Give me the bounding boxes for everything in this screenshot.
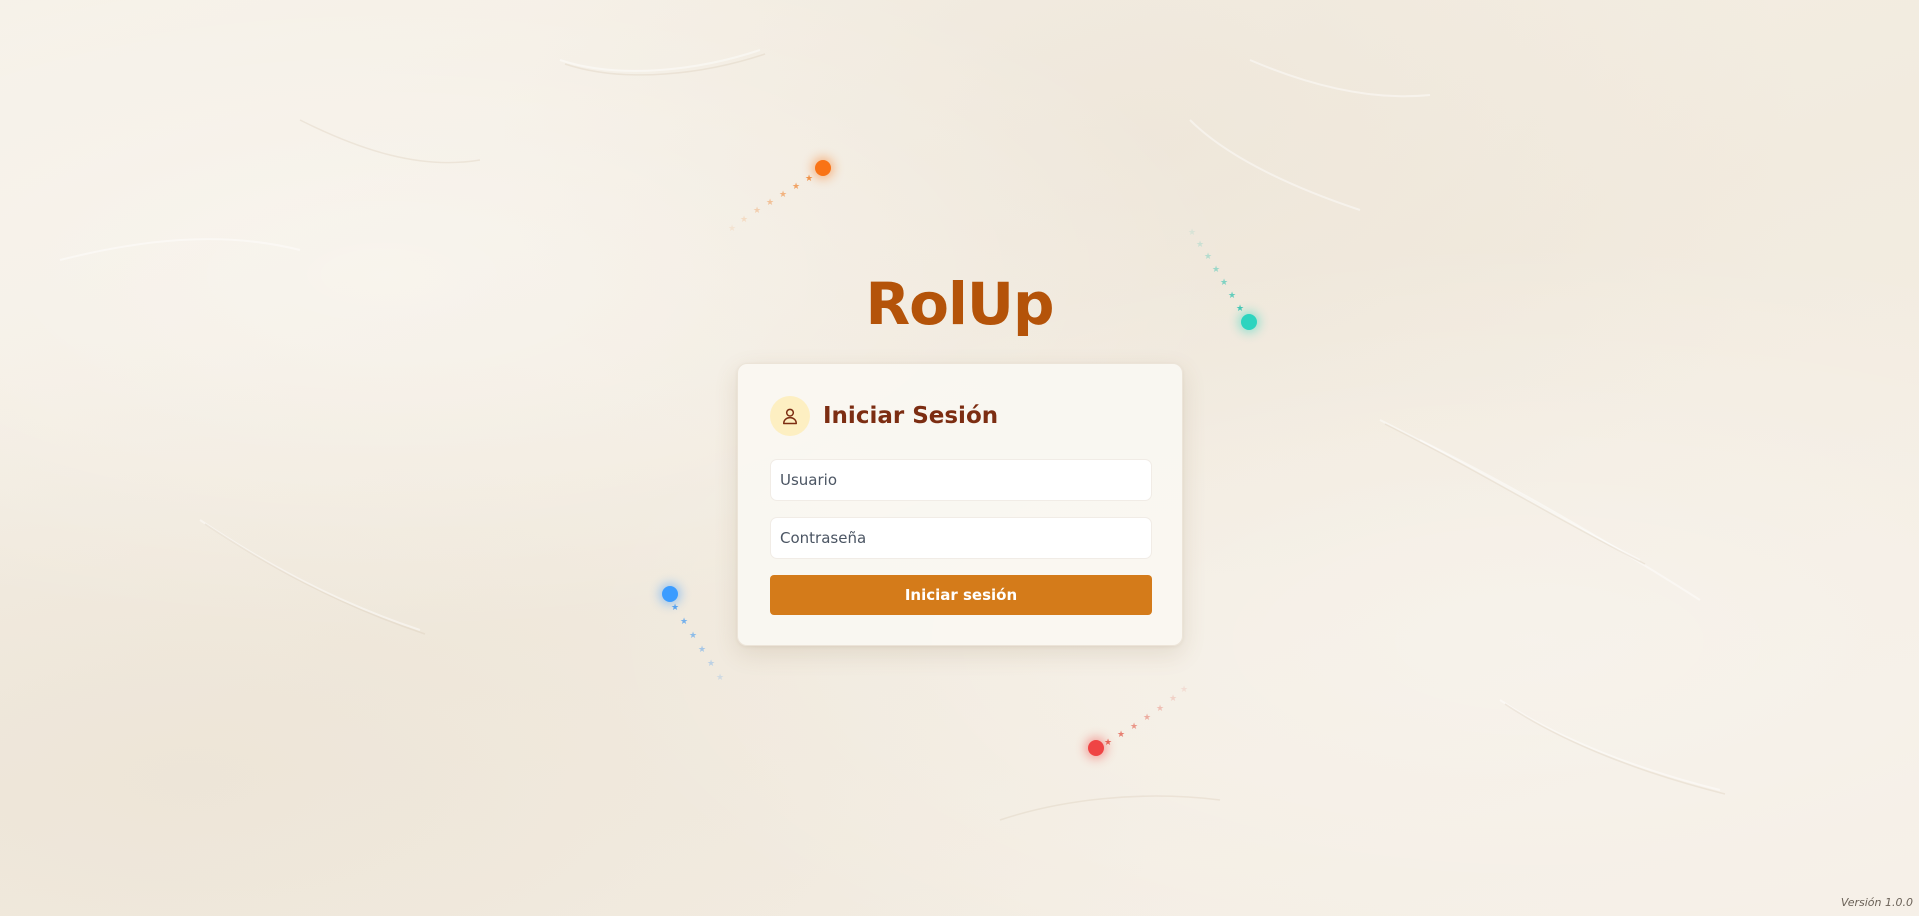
svg-text:★: ★	[766, 198, 774, 208]
blue-orb	[662, 586, 678, 602]
username-input[interactable]	[770, 459, 1152, 501]
svg-text:★: ★	[779, 190, 787, 200]
svg-text:★: ★	[1196, 240, 1204, 250]
password-input[interactable]	[770, 517, 1152, 559]
svg-text:★: ★	[1204, 252, 1212, 262]
svg-text:★: ★	[689, 631, 697, 641]
svg-text:★: ★	[698, 645, 706, 655]
svg-text:★: ★	[753, 206, 761, 216]
svg-text:★: ★	[707, 659, 715, 669]
svg-text:★: ★	[1169, 694, 1177, 704]
svg-text:★: ★	[1180, 685, 1188, 695]
svg-text:★: ★	[1188, 228, 1196, 238]
login-header: Iniciar Sesión	[770, 396, 998, 436]
login-heading: Iniciar Sesión	[823, 403, 999, 429]
version-label: Versión 1.0.0	[1840, 896, 1913, 909]
login-card: Iniciar Sesión Iniciar sesión	[737, 363, 1183, 646]
svg-text:★: ★	[740, 215, 748, 225]
app-title: RolUp	[865, 270, 1054, 338]
red-trail: ★ ★ ★ ★ ★ ★ ★	[1104, 685, 1188, 748]
svg-text:★: ★	[1117, 730, 1125, 740]
orange-orb	[815, 160, 831, 176]
svg-text:★: ★	[792, 182, 800, 192]
svg-text:★: ★	[728, 224, 736, 234]
svg-text:★: ★	[1156, 704, 1164, 714]
svg-text:★: ★	[671, 603, 679, 613]
svg-text:★: ★	[1143, 713, 1151, 723]
svg-text:★: ★	[1130, 722, 1138, 732]
blue-trail: ★ ★ ★ ★ ★ ★	[671, 603, 724, 683]
svg-text:★: ★	[1104, 738, 1112, 748]
user-icon	[770, 396, 810, 436]
red-orb	[1088, 740, 1104, 756]
svg-text:★: ★	[680, 617, 688, 627]
svg-text:★: ★	[805, 174, 813, 184]
login-button[interactable]: Iniciar sesión	[770, 575, 1152, 615]
orange-trail: ★ ★ ★ ★ ★ ★ ★	[728, 174, 813, 234]
svg-text:★: ★	[716, 673, 724, 683]
